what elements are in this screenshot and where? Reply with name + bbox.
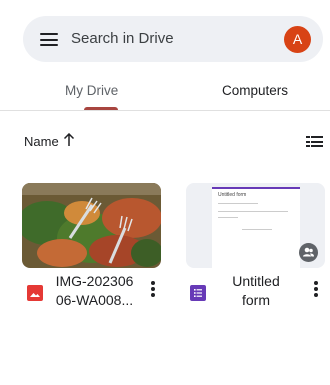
- form-preview-title: Untitled form: [218, 192, 247, 198]
- file-name-line-1: Untitled: [232, 273, 280, 289]
- file-name-form[interactable]: Untitled form: [218, 272, 294, 310]
- list-view-icon[interactable]: [306, 136, 323, 147]
- more-options-icon[interactable]: [151, 281, 155, 297]
- account-avatar[interactable]: A: [284, 26, 311, 53]
- file-name-line-2: form: [242, 292, 270, 308]
- tab-computers[interactable]: Computers: [222, 83, 288, 98]
- file-name-image[interactable]: IMG-202306 06-WA008...: [52, 272, 137, 310]
- file-name-line-1: IMG-202306: [55, 273, 134, 289]
- form-preview: Untitled form: [212, 187, 300, 268]
- tabs-divider: [0, 110, 330, 111]
- search-input[interactable]: Search in Drive: [71, 30, 174, 47]
- more-options-icon[interactable]: [314, 281, 318, 297]
- file-thumbnail-image[interactable]: [22, 183, 161, 268]
- image-file-icon: [27, 285, 43, 301]
- arrow-up-icon[interactable]: [63, 133, 75, 147]
- tab-my-drive[interactable]: My Drive: [65, 83, 118, 98]
- sort-by-name-button[interactable]: Name: [24, 134, 59, 149]
- file-name-line-2: 06-WA008...: [55, 292, 134, 308]
- drive-tabs: My Drive Computers: [0, 75, 330, 111]
- hamburger-menu-icon[interactable]: [40, 33, 58, 46]
- food-photo-icon: [22, 183, 161, 268]
- file-thumbnail-form[interactable]: Untitled form: [186, 183, 325, 268]
- forms-file-icon: [190, 285, 206, 301]
- search-bar[interactable]: Search in Drive A: [23, 16, 323, 62]
- shared-people-icon: [299, 243, 318, 262]
